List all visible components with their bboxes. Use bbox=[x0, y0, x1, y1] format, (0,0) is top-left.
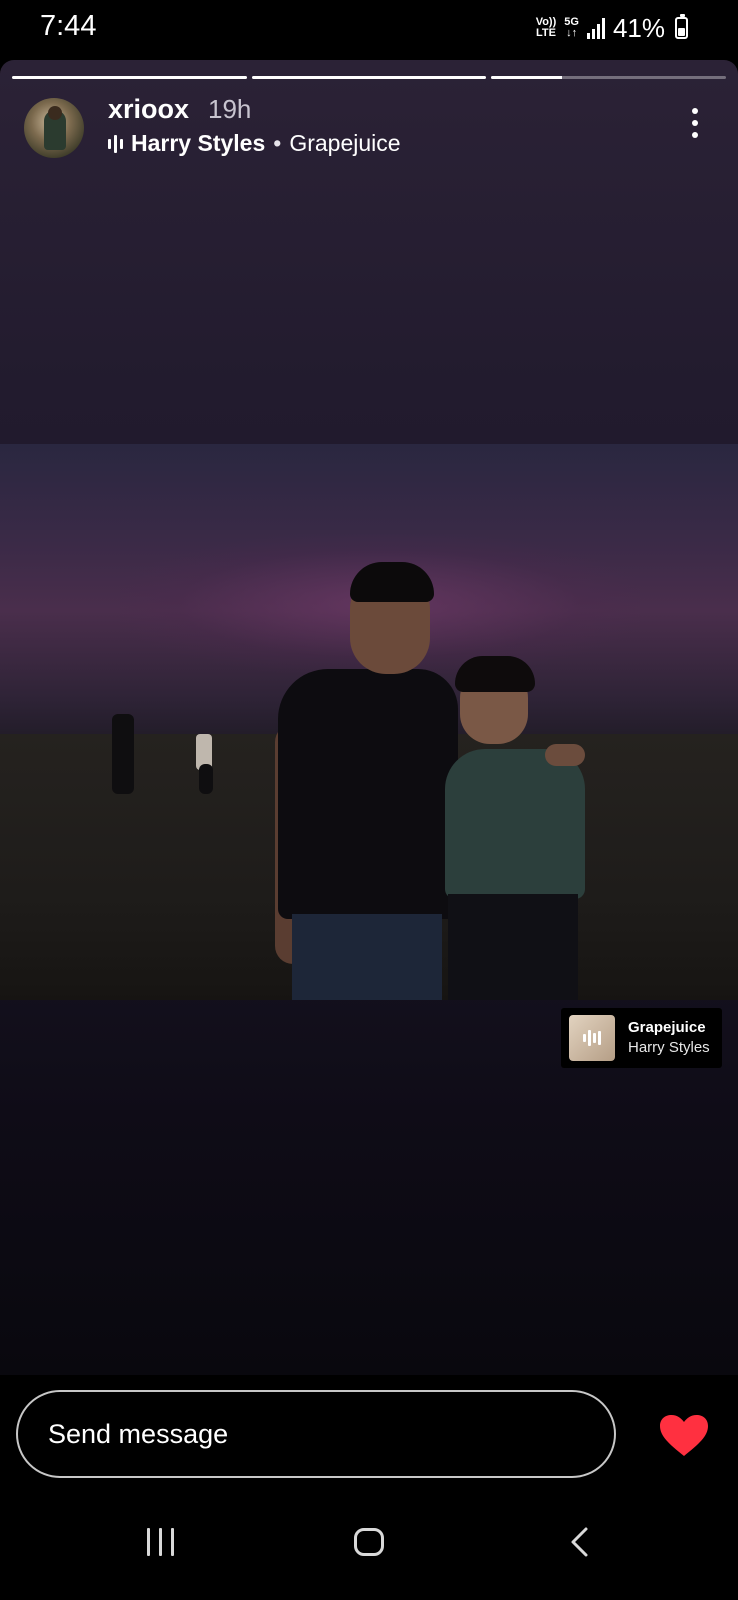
music-attribution[interactable]: Harry Styles • Grapejuice bbox=[108, 130, 401, 157]
time-ago: 19h bbox=[208, 94, 252, 124]
status-icons: Vo)) LTE 5G ↓↑ 41% bbox=[536, 12, 688, 44]
progress-fill bbox=[251, 76, 487, 79]
progress-fill bbox=[12, 76, 247, 79]
music-sticker[interactable]: Grapejuice Harry Styles bbox=[561, 1008, 722, 1068]
signal-icon bbox=[586, 17, 605, 39]
reply-bar: Send message bbox=[0, 1375, 738, 1500]
music-separator: • bbox=[273, 130, 282, 156]
network-indicator: 5G ↓↑ bbox=[564, 16, 579, 39]
status-time: 7:44 bbox=[40, 10, 97, 42]
back-icon[interactable] bbox=[566, 1526, 596, 1558]
progress-segment bbox=[12, 76, 247, 79]
sticker-title: Grapejuice bbox=[628, 1019, 706, 1036]
music-artist: Harry Styles bbox=[131, 130, 266, 156]
volte-indicator: Vo)) LTE bbox=[535, 16, 557, 39]
system-nav-bar bbox=[0, 1500, 738, 1600]
avatar[interactable] bbox=[24, 98, 84, 158]
equalizer-icon bbox=[108, 134, 123, 154]
album-cover bbox=[569, 1015, 615, 1061]
sticker-artist: Harry Styles bbox=[628, 1039, 710, 1056]
home-icon[interactable] bbox=[354, 1528, 384, 1556]
story-photo bbox=[0, 444, 738, 1000]
send-message-input[interactable]: Send message bbox=[16, 1390, 616, 1478]
status-bar: 7:44 Vo)) LTE 5G ↓↑ 41% bbox=[0, 0, 738, 60]
battery-percent: 41% bbox=[612, 12, 665, 43]
heart-icon[interactable] bbox=[659, 1414, 709, 1458]
more-vertical-icon[interactable] bbox=[690, 108, 700, 138]
music-song: Grapejuice bbox=[289, 130, 401, 156]
story-view[interactable]: xrioox 19h Harry Styles • Grapejuice Gra… bbox=[0, 60, 738, 1375]
progress-segment bbox=[491, 76, 727, 79]
progress-segment bbox=[251, 76, 487, 79]
story-progress bbox=[12, 76, 727, 79]
battery-icon bbox=[675, 14, 688, 39]
recents-icon[interactable] bbox=[147, 1528, 174, 1556]
username[interactable]: xrioox bbox=[108, 94, 189, 125]
progress-fill bbox=[491, 76, 562, 79]
